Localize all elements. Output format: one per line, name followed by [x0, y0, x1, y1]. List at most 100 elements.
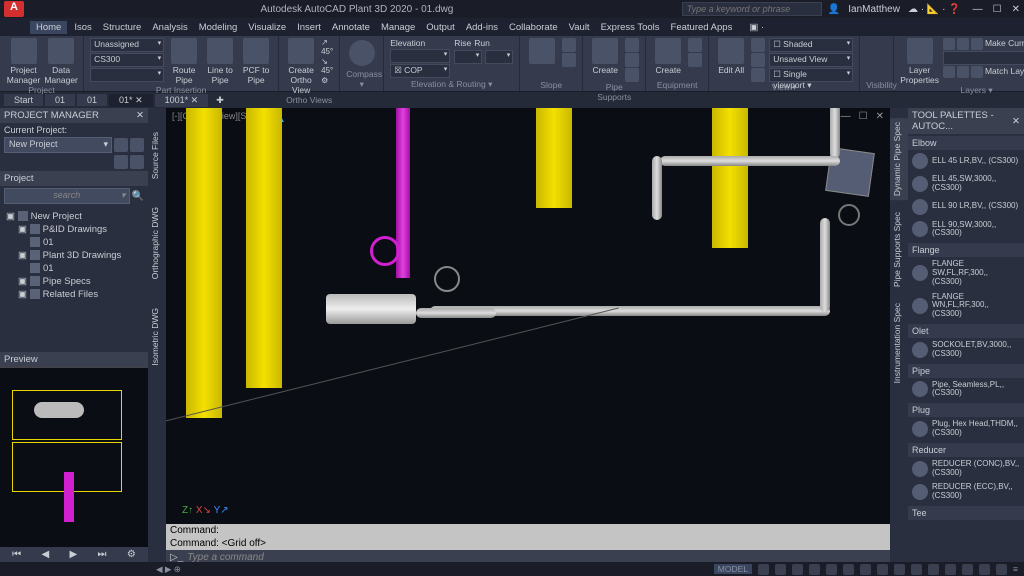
sup-opt1[interactable] — [625, 38, 639, 52]
palette-item[interactable]: SOCKOLET,BV,3000,, (CS300) — [908, 338, 1024, 362]
match-layer-button[interactable]: Match Layer — [985, 66, 1024, 78]
close-button[interactable]: ✕ — [1012, 4, 1020, 15]
slope-opt1[interactable] — [562, 38, 576, 52]
tab-1001[interactable]: 1001* ✕ — [155, 94, 209, 107]
pm-tool1-icon[interactable] — [114, 138, 128, 152]
pm-tool3-icon[interactable] — [114, 155, 128, 169]
run-input[interactable] — [485, 50, 513, 64]
layout-tabs[interactable]: ◀ ▶ ⊕ — [156, 564, 181, 575]
vis-opt2[interactable] — [751, 53, 765, 67]
tab-vault[interactable]: Vault — [565, 21, 594, 34]
nav-prev-icon[interactable]: ◀ — [41, 549, 49, 560]
user-name[interactable]: IanMatthew — [848, 4, 900, 15]
sidetab-source[interactable]: Source Files — [148, 128, 166, 183]
tree-item[interactable]: 01 — [6, 262, 142, 275]
sidetab-ortho[interactable]: Orthographic DWG — [148, 203, 166, 283]
palette-item[interactable]: ELL 45,SW,3000,, (CS300) — [908, 172, 1024, 196]
status-ann-icon[interactable] — [911, 564, 922, 575]
nav-first-icon[interactable]: ⏮ — [12, 549, 21, 560]
tab-collaborate[interactable]: Collaborate — [505, 21, 562, 34]
nav-settings-icon[interactable]: ⚙ — [127, 549, 136, 560]
style-dropdown[interactable]: ☐ Shaded — [769, 38, 853, 52]
vis-opt3[interactable] — [751, 68, 765, 82]
vp-min-icon[interactable]: — — [841, 111, 851, 122]
route-pipe-button[interactable]: Route Pipe — [168, 38, 200, 85]
tab-analysis[interactable]: Analysis — [148, 21, 191, 34]
tab-start[interactable]: Start — [4, 94, 43, 106]
nav-play-icon[interactable]: ▶ — [69, 549, 77, 560]
3d-viewport[interactable]: [-][Custom View][Shaded] —☐✕ ▲▸ Z↑ X↘ Y↗ — [166, 108, 890, 562]
assignment-dropdown[interactable]: Unassigned — [90, 38, 164, 52]
tree-item[interactable]: ▣ Plant 3D Drawings — [6, 249, 142, 262]
status-osnap-icon[interactable] — [826, 564, 837, 575]
tab-01c[interactable]: 01* ✕ — [109, 94, 153, 107]
status-lwt-icon[interactable] — [860, 564, 871, 575]
palette-item[interactable]: Pipe, Seamless,PL,, (CS300) — [908, 378, 1024, 402]
compass-icon[interactable] — [349, 40, 375, 66]
status-cust-icon[interactable] — [996, 564, 1007, 575]
tab-01b[interactable]: 01 — [77, 94, 107, 106]
tooltab-dynamic[interactable]: Dynamic Pipe Spec — [890, 118, 908, 200]
pcf-to-pipe-button[interactable]: PCF to Pipe — [240, 38, 272, 85]
rise-input[interactable] — [454, 50, 482, 64]
tree-item[interactable]: ▣ Pipe Specs — [6, 275, 142, 288]
angle-neg45-button[interactable]: ↘ 45° — [321, 57, 333, 75]
vis-opt1[interactable] — [751, 38, 765, 52]
infocentre-icon[interactable]: ☁ · 📐 · ❓ — [908, 4, 961, 15]
tool-close-icon[interactable]: ✕ — [1012, 116, 1020, 127]
sidetab-iso[interactable]: Isometric DWG — [148, 304, 166, 370]
create-equipment-button[interactable]: Create — [652, 38, 684, 75]
vp-close-icon[interactable]: ✕ — [876, 111, 884, 122]
slope-opt2[interactable] — [562, 53, 576, 67]
maximize-button[interactable]: ☐ — [993, 4, 1002, 15]
project-dropdown[interactable]: New Project — [4, 137, 112, 153]
tab-structure[interactable]: Structure — [99, 21, 146, 34]
tab-expand-icon[interactable]: ▣ · — [745, 21, 768, 34]
tab-addins[interactable]: Add-ins — [462, 21, 502, 34]
tab-add-icon[interactable]: ✚ — [210, 95, 230, 106]
status-ws-icon[interactable] — [928, 564, 939, 575]
search-icon[interactable]: 🔍 — [132, 191, 144, 202]
tree-item[interactable]: 01 — [6, 236, 142, 249]
status-iso-icon[interactable] — [962, 564, 973, 575]
palette-item[interactable]: FLANGE WN,FL,RF,300,, (CS300) — [908, 290, 1024, 322]
project-manager-button[interactable]: Project Manager — [6, 38, 41, 85]
model-button[interactable]: MODEL — [714, 564, 752, 574]
minimize-button[interactable]: — — [973, 4, 983, 15]
make-current-button[interactable]: Make Current — [985, 38, 1024, 50]
project-tree[interactable]: ▣ New Project▣ P&ID Drawings01▣ Plant 3D… — [0, 206, 148, 352]
palette-item[interactable]: ELL 45 LR,BV,, (CS300) — [908, 150, 1024, 172]
status-tr-icon[interactable] — [877, 564, 888, 575]
tooltab-supports[interactable]: Pipe Supports Spec — [890, 208, 908, 291]
nav-wheel-icon[interactable] — [838, 204, 860, 226]
sup-opt3[interactable] — [625, 68, 639, 82]
app-logo[interactable]: A — [4, 1, 24, 17]
cmd-input[interactable]: Type a command — [187, 552, 264, 562]
vp-max-icon[interactable]: ☐ — [859, 111, 868, 122]
elevation-dropdown[interactable] — [390, 49, 450, 63]
status-snap-icon[interactable] — [775, 564, 786, 575]
nav-next-icon[interactable]: ⏭ — [98, 549, 107, 560]
help-search-input[interactable] — [682, 2, 822, 16]
tab-insert[interactable]: Insert — [293, 21, 325, 34]
tab-express[interactable]: Express Tools — [597, 21, 664, 34]
size-dropdown[interactable] — [90, 68, 164, 82]
edit-all-button[interactable]: Edit All — [715, 38, 747, 75]
cop-dropdown[interactable]: ☒ COP — [390, 64, 450, 78]
status-otrack-icon[interactable] — [843, 564, 854, 575]
tree-item[interactable]: ▣ Related Files — [6, 288, 142, 301]
status-menu-icon[interactable]: ≡ — [1013, 564, 1018, 574]
tab-featured[interactable]: Featured Apps — [667, 21, 737, 34]
tab-annotate[interactable]: Annotate — [328, 21, 374, 34]
status-ortho-icon[interactable] — [792, 564, 803, 575]
tree-item[interactable]: ▣ P&ID Drawings — [6, 223, 142, 236]
palette-item[interactable]: Plug, Hex Head,THDM,, (CS300) — [908, 417, 1024, 441]
tab-manage[interactable]: Manage — [377, 21, 419, 34]
palette-item[interactable]: REDUCER (CONC),BV,, (CS300) — [908, 457, 1024, 481]
angle-opts-button[interactable]: ⚙ — [321, 76, 333, 85]
pm-tool4-icon[interactable] — [130, 155, 144, 169]
angle-45-button[interactable]: ↗ 45° — [321, 38, 333, 56]
status-qs-icon[interactable] — [894, 564, 905, 575]
palette-item[interactable]: ELL 90,SW,3000,, (CS300) — [908, 218, 1024, 242]
layer-dropdown[interactable] — [943, 51, 1024, 65]
